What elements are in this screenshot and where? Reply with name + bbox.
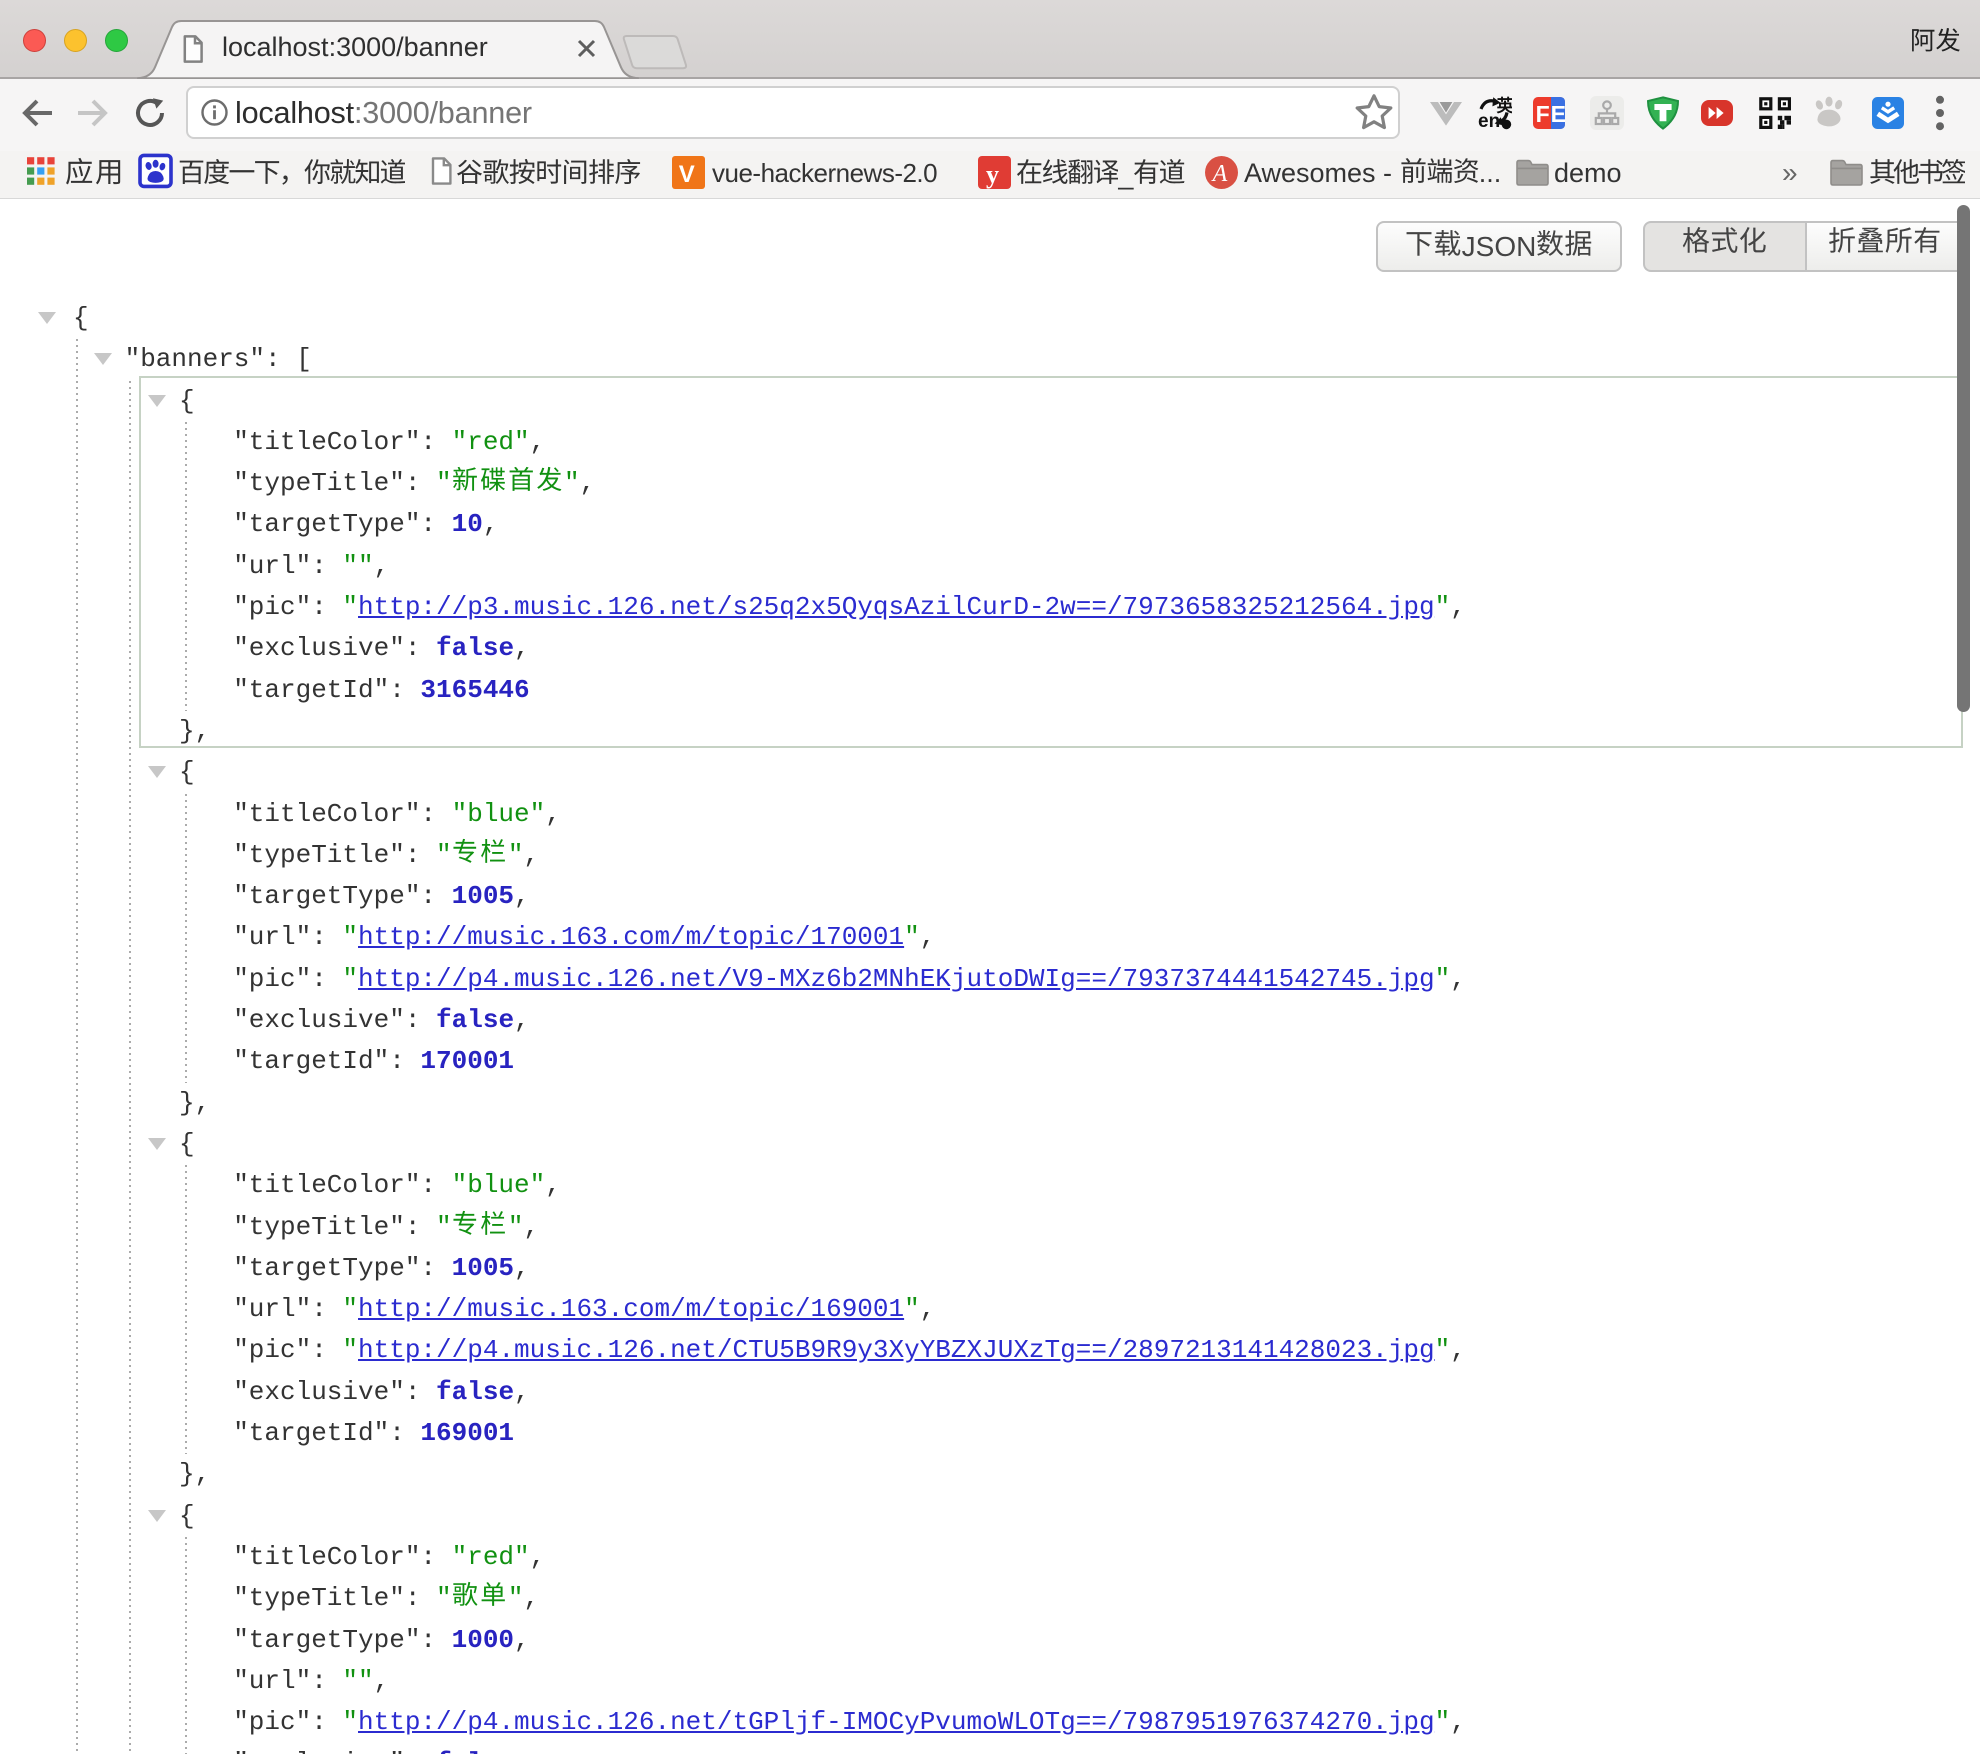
svg-text:英: 英 [1497,96,1512,116]
svg-text:A: A [1211,161,1228,187]
svg-text:V: V [679,161,695,188]
svg-text:E: E [1551,101,1566,127]
svg-text:y: y [986,160,999,189]
svg-text:F: F [1536,101,1550,127]
